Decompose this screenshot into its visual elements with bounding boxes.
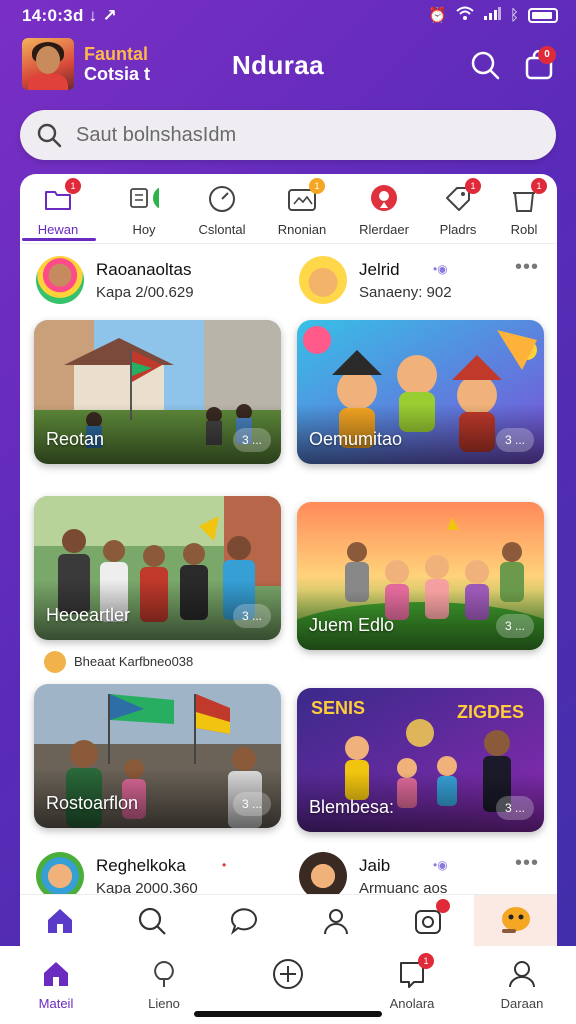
inbox-icon: 1 <box>396 953 434 990</box>
live-indicator-icon: •◉ <box>433 858 448 872</box>
folder-icon: 1 <box>43 178 81 214</box>
media-card[interactable]: Juem Edlo 3 ... <box>297 502 544 650</box>
page-title: Nduraa <box>232 50 324 80</box>
tab-hoy[interactable]: Hoy <box>106 184 182 242</box>
location-pin-icon <box>369 184 399 214</box>
card-more-button[interactable]: 3 ... <box>233 792 271 816</box>
card-title: Juem Edlo <box>309 615 395 635</box>
bag-badge: 0 <box>538 46 556 64</box>
media-card[interactable]: Rostoarflon 3 ... <box>34 684 281 828</box>
home-icon <box>40 958 72 990</box>
svg-text:SENIS: SENIS <box>311 698 365 718</box>
avatar <box>36 256 84 304</box>
avatar <box>299 852 347 900</box>
card-title: Reotan <box>46 429 105 449</box>
home-icon[interactable] <box>44 905 76 937</box>
search-bar[interactable] <box>20 110 556 160</box>
live-indicator-icon: •◉ <box>433 262 448 276</box>
tab-hewan[interactable]: 1 Hewan <box>20 178 96 242</box>
chat-bubble-icon <box>129 184 177 214</box>
bluetooth-icon: ᛒ <box>509 6 519 24</box>
signal-icon <box>483 6 501 24</box>
status-icons: ⏰ ᛒ <box>428 6 558 24</box>
search-icon <box>36 122 62 148</box>
brand-line-2: Cotsia t <box>84 64 151 84</box>
nav-add[interactable] <box>243 958 333 996</box>
card-more-button[interactable]: 3 ... <box>496 796 534 820</box>
caption-text: Bheaat Karfbneo038 <box>74 654 194 669</box>
alarm-icon: ⏰ <box>428 7 447 24</box>
app-header: Fauntal Cotsia t Nduraa 0 <box>0 38 576 94</box>
mascot-shortcut[interactable] <box>474 895 557 947</box>
status-time: 14:0:3d ↓ ↗ <box>22 6 118 25</box>
chat-icon[interactable] <box>228 905 260 937</box>
nav-anolara[interactable]: 1 Anolara <box>367 953 457 1011</box>
svg-text:ZIGDES: ZIGDES <box>457 702 524 722</box>
card-title: Blembesa: <box>309 797 395 817</box>
card-more-button[interactable]: 3 ... <box>496 614 534 638</box>
tab-rlerdaer[interactable]: Rlerdaer <box>346 184 422 242</box>
camera-icon[interactable] <box>412 899 450 937</box>
more-options-icon[interactable]: ••• <box>515 256 539 279</box>
battery-icon <box>528 7 558 23</box>
media-card[interactable]: Heoeartler 3 ... <box>34 496 281 640</box>
more-options-icon[interactable]: ••• <box>515 852 539 875</box>
tab-rnonian[interactable]: 1 Rnonian <box>264 178 340 242</box>
nav-daraan[interactable]: Daraan <box>477 958 567 1011</box>
card-title: Heoeartler <box>46 605 131 625</box>
avatar <box>299 256 347 304</box>
avatar <box>44 651 66 673</box>
main-content: 1 Hewan Hoy Cslontal 1 Rnonian Rlerdaer … <box>20 174 557 934</box>
tab-pladrs[interactable]: 1 Pladrs <box>420 178 496 242</box>
home-indicator <box>194 1011 382 1017</box>
card-title: Rostoarflon <box>46 793 139 813</box>
clock-icon <box>207 184 237 214</box>
mascot-icon <box>502 907 530 933</box>
brand-logo: Fauntal Cotsia t <box>84 44 150 84</box>
card-more-button[interactable]: 3 ... <box>233 604 271 628</box>
image-frame-icon: 1 <box>287 178 325 214</box>
add-circle-icon <box>272 958 304 990</box>
profile-icon <box>506 958 538 990</box>
trash-icon: 1 <box>509 178 547 214</box>
card-more-button[interactable]: 3 ... <box>496 428 534 452</box>
user-row-top-left[interactable]: Raoanaoltas Kapa 2/00.629 <box>36 256 276 310</box>
user-row-top-right[interactable]: Jelrid Sanaeny: 902 •◉ ••• <box>299 256 549 310</box>
wifi-icon <box>456 6 474 24</box>
media-card[interactable]: SENIS ZIGDES Blembesa: 3 ... <box>297 688 544 832</box>
active-tab-underline <box>22 238 96 241</box>
search-input[interactable] <box>76 120 516 150</box>
tab-cslontal[interactable]: Cslontal <box>184 184 260 242</box>
avatar <box>36 852 84 900</box>
tag-icon: 1 <box>443 178 481 214</box>
nav-mateil[interactable]: Mateil <box>11 958 101 1011</box>
tree-icon <box>148 958 180 990</box>
brand-line-1: Fauntal <box>84 44 149 64</box>
card-more-button[interactable]: 3 ... <box>233 428 271 452</box>
search-icon[interactable] <box>136 905 168 937</box>
media-card[interactable]: Oemumitao 3 ... <box>297 320 544 464</box>
nav-lieno[interactable]: Lieno <box>119 958 209 1011</box>
card-title: Oemumitao <box>309 429 403 449</box>
profile-icon[interactable] <box>320 905 352 937</box>
status-bar: 14:0:3d ↓ ↗ ⏰ ᛒ <box>0 0 576 32</box>
tab-robl[interactable]: 1 Robl <box>486 178 557 242</box>
media-card[interactable]: Reotan 3 ... <box>34 320 281 464</box>
live-indicator-icon: • <box>222 858 227 872</box>
profile-avatar[interactable] <box>22 38 74 90</box>
inner-toolbar <box>20 894 557 947</box>
category-tabs: 1 Hewan Hoy Cslontal 1 Rnonian Rlerdaer … <box>20 174 557 244</box>
search-icon[interactable] <box>470 50 500 80</box>
